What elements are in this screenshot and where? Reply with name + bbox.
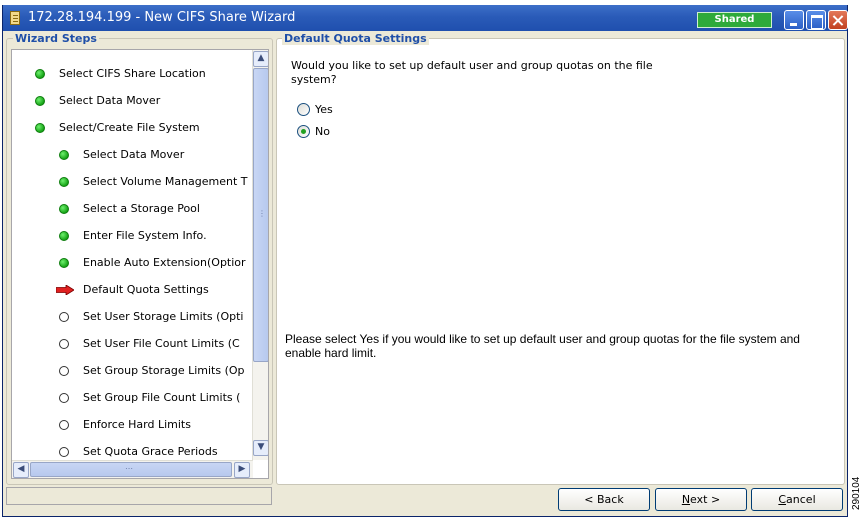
wizard-step-item[interactable]: Default Quota Settings: [12, 282, 252, 298]
pending-step-icon: [59, 339, 69, 349]
close-button[interactable]: [828, 10, 848, 30]
completed-step-icon: [35, 96, 45, 106]
wizard-step-item[interactable]: Set User File Count Limits (C: [12, 336, 252, 352]
cancel-mnemonic: C: [778, 493, 787, 506]
title-bar[interactable]: 172.28.194.199 - New CIFS Share Wizard S…: [3, 5, 848, 31]
quota-question: Would you like to set up default user an…: [291, 59, 653, 86]
horizontal-scroll-thumb[interactable]: ⋯: [30, 462, 232, 477]
completed-step-icon: [59, 150, 69, 160]
wizard-step-item[interactable]: Set Group File Count Limits (: [12, 390, 252, 406]
scroll-down-button[interactable]: ▼: [253, 440, 268, 456]
completed-step-icon: [59, 231, 69, 241]
wizard-step-label: Select CIFS Share Location: [59, 67, 206, 80]
wizard-step-label: Enable Auto Extension(Optior: [83, 256, 246, 269]
minimize-button[interactable]: [784, 10, 804, 30]
panel-heading: Default Quota Settings: [282, 32, 429, 45]
figure-id: 290104: [851, 476, 862, 510]
wizard-step-item[interactable]: Set User Storage Limits (Opti: [12, 309, 252, 325]
radio-yes-button[interactable]: [297, 103, 310, 116]
wizard-step-item[interactable]: Select a Storage Pool: [12, 201, 252, 217]
scroll-left-button[interactable]: ◀: [13, 462, 29, 478]
current-step-arrow-icon: [56, 285, 74, 295]
wizard-step-item[interactable]: Enforce Hard Limits: [12, 417, 252, 433]
grip-icon: ⋯: [125, 464, 133, 473]
wizard-step-label: Set Group Storage Limits (Op: [83, 364, 245, 377]
radio-no-button[interactable]: [297, 125, 310, 138]
wizard-step-item[interactable]: Select CIFS Share Location: [12, 66, 252, 82]
wizard-step-label: Select a Storage Pool: [83, 202, 200, 215]
wizard-step-item[interactable]: Enter File System Info.: [12, 228, 252, 244]
wizard-step-item[interactable]: Select Data Mover: [12, 147, 252, 163]
wizard-steps-group: Wizard Steps Select CIFS Share Location S…: [6, 32, 273, 485]
radio-yes-label[interactable]: Yes: [315, 103, 333, 116]
scroll-up-button[interactable]: ▲: [253, 51, 268, 67]
cancel-button[interactable]: Cancel: [751, 488, 843, 511]
back-button[interactable]: < Back: [558, 488, 650, 511]
wizard-step-label: Default Quota Settings: [83, 283, 209, 296]
wizard-step-item[interactable]: Set Group Storage Limits (Op: [12, 363, 252, 379]
maximize-button[interactable]: [806, 10, 826, 30]
wizard-step-label: Select Data Mover: [83, 148, 185, 161]
completed-step-icon: [59, 177, 69, 187]
pending-step-icon: [59, 393, 69, 403]
wizard-step-label: Set Group File Count Limits (: [83, 391, 241, 404]
wizard-step-item[interactable]: Set Quota Grace Periods: [12, 444, 252, 460]
content-panel: Default Quota Settings Would you like to…: [276, 32, 845, 485]
next-mnemonic: N: [681, 493, 691, 506]
grip-icon: ⋮: [258, 209, 266, 218]
next-label: ext >: [690, 493, 721, 506]
wizard-step-label: Select Volume Management T: [83, 175, 248, 188]
wizard-step-item[interactable]: Select Data Mover: [12, 93, 252, 109]
vertical-scroll-thumb[interactable]: ⋮: [253, 68, 268, 362]
pending-step-icon: [59, 312, 69, 322]
completed-step-icon: [59, 204, 69, 214]
next-button[interactable]: Next >: [655, 488, 747, 511]
pending-step-icon: [59, 366, 69, 376]
wizard-step-label: Select Data Mover: [59, 94, 161, 107]
wizard-step-item[interactable]: Select/Create File System: [12, 120, 252, 136]
radio-no-label[interactable]: No: [315, 125, 330, 138]
wizard-steps-list: Select CIFS Share Location Select Data Mo…: [11, 49, 269, 479]
completed-step-icon: [35, 69, 45, 79]
window-title: 172.28.194.199 - New CIFS Share Wizard: [28, 10, 296, 25]
status-field: [6, 487, 272, 505]
app-document-icon: [10, 11, 20, 25]
wizard-steps-heading: Wizard Steps: [13, 32, 99, 45]
pending-step-icon: [59, 420, 69, 430]
pending-step-icon: [59, 447, 69, 457]
wizard-step-label: Set User Storage Limits (Opti: [83, 310, 244, 323]
wizard-step-label: Enforce Hard Limits: [83, 418, 191, 431]
wizard-step-item[interactable]: Select Volume Management T: [12, 174, 252, 190]
completed-step-icon: [59, 258, 69, 268]
help-text: Please select Yes if you would like to s…: [285, 332, 800, 360]
scroll-right-button[interactable]: ▶: [234, 462, 250, 478]
shared-badge: Shared: [697, 12, 772, 28]
horizontal-scrollbar[interactable]: ◀ ⋯ ▶: [12, 460, 253, 478]
wizard-step-label: Enter File System Info.: [83, 229, 207, 242]
wizard-step-label: Set Quota Grace Periods: [83, 445, 218, 458]
vertical-scrollbar[interactable]: ▲ ⋮ ▼: [252, 50, 268, 460]
wizard-step-label: Select/Create File System: [59, 121, 200, 134]
cancel-label: ancel: [786, 493, 816, 506]
wizard-step-label: Set User File Count Limits (C: [83, 337, 240, 350]
wizard-step-item[interactable]: Enable Auto Extension(Optior: [12, 255, 252, 271]
completed-step-icon: [35, 123, 45, 133]
